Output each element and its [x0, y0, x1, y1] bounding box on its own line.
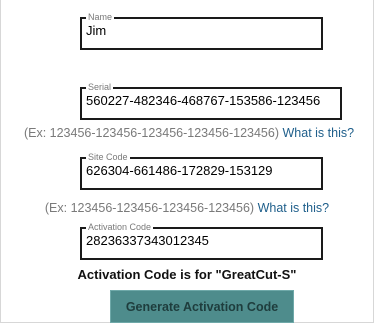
- serial-input[interactable]: [86, 92, 340, 109]
- serial-what-is-this-link[interactable]: What is this?: [283, 126, 355, 140]
- serial-field-label: Serial: [88, 82, 112, 92]
- generate-activation-code-button[interactable]: Generate Activation Code: [110, 290, 294, 323]
- site-code-hint: (Ex: 123456-123456-123456-123456) What i…: [0, 201, 374, 215]
- site-code-input[interactable]: [86, 162, 321, 179]
- serial-field[interactable]: Serial: [80, 83, 342, 120]
- activation-code-field-label: Activation Code: [88, 222, 152, 232]
- product-message: Activation Code is for "GreatCut-S": [77, 267, 297, 282]
- site-code-hint-example: (Ex: 123456-123456-123456-123456): [44, 201, 255, 215]
- activation-code-field[interactable]: Activation Code: [80, 223, 323, 260]
- site-code-field[interactable]: Site Code: [80, 153, 323, 190]
- serial-hint-example: (Ex: 123456-123456-123456-123456-123456): [23, 126, 280, 140]
- site-code-field-label: Site Code: [88, 152, 128, 162]
- activation-code-input[interactable]: [86, 232, 321, 249]
- site-code-what-is-this-link[interactable]: What is this?: [258, 201, 330, 215]
- name-field[interactable]: Name: [80, 13, 323, 50]
- name-field-label: Name: [88, 12, 113, 22]
- serial-hint: (Ex: 123456-123456-123456-123456-123456)…: [0, 126, 378, 140]
- name-input[interactable]: [86, 22, 321, 39]
